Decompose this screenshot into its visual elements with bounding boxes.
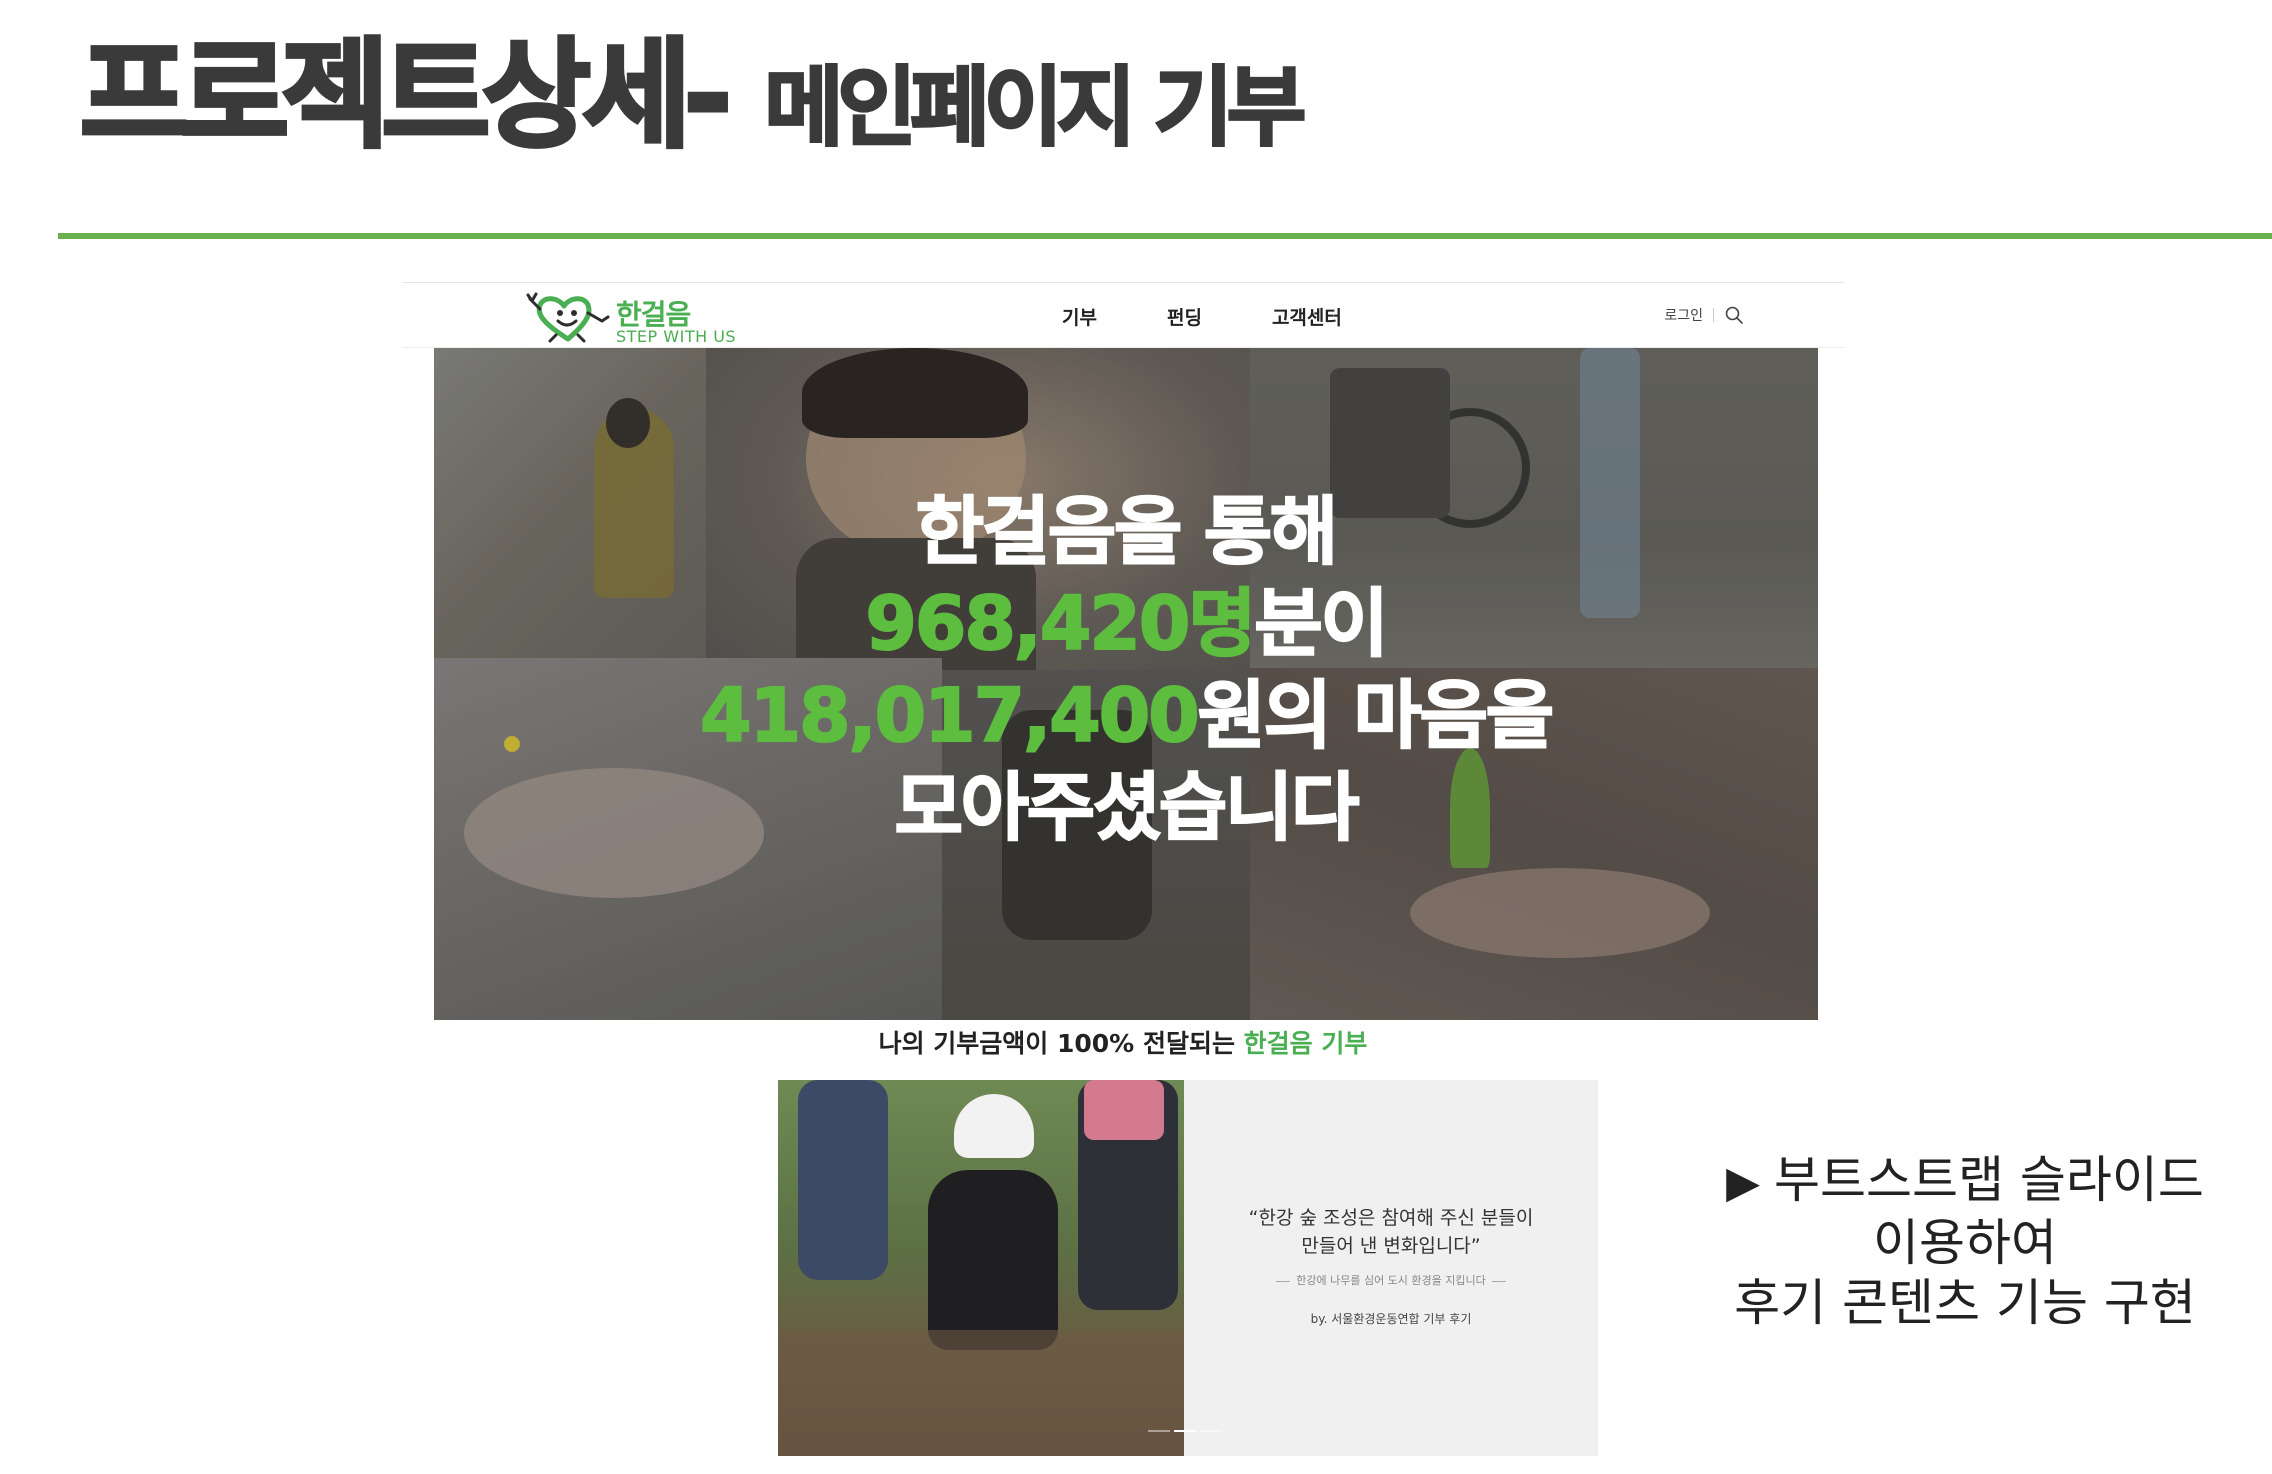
carousel-indicator-3[interactable] (1200, 1430, 1222, 1432)
review-quote-line-2: 만들어 낸 변화입니다” (1301, 1235, 1481, 1257)
main-nav: 기부 펀딩 고객센터 (1062, 303, 1342, 330)
review-quote-line-1: “한강 숲 조성은 참여해 주신 분들이 (1248, 1207, 1534, 1229)
hero-line-4: 모아주셨습니다 (894, 764, 1361, 852)
site-logo[interactable]: 한걸음 STEP WITH US (526, 291, 766, 346)
hero-line-2-suffix: 분이 (1253, 580, 1389, 668)
search-icon[interactable] (1724, 305, 1744, 325)
hero-people-count: 968,420명 (864, 580, 1257, 668)
review-photo-planting (778, 1080, 1184, 1456)
nav-item-donate[interactable]: 기부 (1062, 303, 1097, 330)
feature-note-line-1: ▶ 부트스트랩 슬라이드 (1700, 1150, 2230, 1213)
website-screenshot: 한걸음 STEP WITH US 기부 펀딩 고객센터 로그인 한걸음을 통해 … (402, 282, 1844, 1462)
carousel-indicator-2[interactable] (1174, 1430, 1196, 1432)
heart-mascot-icon (526, 292, 610, 343)
nav-item-funding[interactable]: 펀딩 (1167, 303, 1202, 330)
review-subtext: 한강에 나무를 심어 도시 환경을 지킵니다 (1262, 1272, 1520, 1288)
slide-title-sub: 메인페이지 기부 (763, 57, 1308, 160)
site-header: 한걸음 STEP WITH US 기부 펀딩 고객센터 로그인 (402, 282, 1844, 348)
hero-line-1: 한걸음을 통해 (915, 488, 1339, 576)
feature-note: ▶ 부트스트랩 슬라이드 이용하여 후기 콘텐츠 기능 구현 (1700, 1150, 2230, 1333)
slide-title-main: 프로젝트상세- (78, 24, 734, 166)
hero-line-3: 418,017,400원의 마음을 (434, 670, 1818, 762)
feature-note-line-3: 후기 콘텐츠 기능 구현 (1734, 1274, 2196, 1332)
title-divider (58, 233, 2272, 239)
login-link[interactable]: 로그인 (1664, 305, 1703, 325)
logo-tagline: STEP WITH US (616, 327, 737, 346)
donation-tagline: 나의 기부금액이 100% 전달되는 한걸음 기부 (402, 1024, 1844, 1060)
hero-line-2: 968,420명분이 (434, 578, 1818, 670)
triangle-arrow-icon: ▶ (1726, 1157, 1760, 1208)
nav-utilities: 로그인 (1664, 305, 1744, 325)
tagline-highlight: 한걸음 기부 (1243, 1029, 1368, 1058)
slide-title: 프로젝트상세- 메인페이지 기부 (78, 24, 1308, 170)
carousel-indicators (1148, 1430, 1222, 1432)
carousel-indicator-1[interactable] (1148, 1430, 1170, 1432)
hero-line-3-suffix: 원의 마음을 (1197, 672, 1555, 760)
nav-item-support[interactable]: 고객센터 (1272, 303, 1342, 330)
tagline-prefix: 나의 기부금액이 100% 전달되는 (878, 1029, 1235, 1058)
review-author: by. 서울환경운동연합 기부 후기 (1310, 1312, 1472, 1326)
feature-note-text-1: 부트스트랩 슬라이드 (1773, 1151, 2204, 1209)
hero-banner: 한걸음을 통해 968,420명분이 418,017,400원의 마음을 모아주… (434, 348, 1818, 1020)
nav-separator (1713, 308, 1714, 322)
review-carousel[interactable]: “한강 숲 조성은 참여해 주신 분들이 만들어 낸 변화입니다” 한강에 나무… (778, 1080, 1598, 1456)
review-content: “한강 숲 조성은 참여해 주신 분들이 만들어 낸 변화입니다” 한강에 나무… (1184, 1080, 1598, 1456)
review-quote: “한강 숲 조성은 참여해 주신 분들이 만들어 낸 변화입니다” (1184, 1204, 1598, 1260)
hero-amount: 418,017,400 (699, 672, 1201, 760)
feature-note-line-2: 이용하여 (1873, 1214, 2057, 1272)
hero-headline: 한걸음을 통해 968,420명분이 418,017,400원의 마음을 모아주… (434, 486, 1818, 854)
